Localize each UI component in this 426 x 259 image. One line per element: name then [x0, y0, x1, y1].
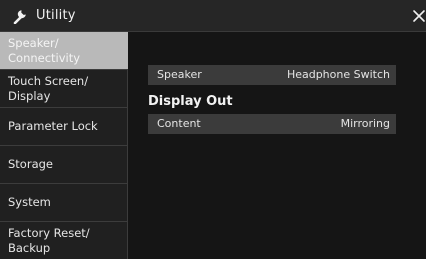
- sidebar-item-label: System: [8, 195, 51, 209]
- utility-screen: Utility Speaker/ Connectivity Touch Scre…: [0, 0, 426, 259]
- sidebar-item-parameter-lock[interactable]: Parameter Lock: [0, 108, 128, 146]
- content-value: Mirroring: [340, 117, 390, 130]
- sidebar-item-label: Touch Screen/ Display: [8, 73, 89, 103]
- sidebar-item-storage[interactable]: Storage: [0, 146, 128, 184]
- speaker-value: Headphone Switch: [286, 68, 390, 81]
- sidebar-item-label: Storage: [8, 157, 53, 171]
- sidebar-item-system[interactable]: System: [0, 184, 128, 222]
- sidebar-item-touch-screen-display[interactable]: Touch Screen/ Display: [0, 70, 128, 108]
- sidebar-item-speaker-connectivity[interactable]: Speaker/ Connectivity: [0, 32, 128, 70]
- sidebar-item-label: Factory Reset/ Backup: [8, 225, 90, 255]
- main-panel: Speaker Headphone Switch Display Out Con…: [128, 32, 426, 259]
- speaker-row[interactable]: Speaker Headphone Switch: [148, 65, 396, 85]
- content-label: Content: [157, 117, 201, 130]
- window-title: Utility: [36, 8, 76, 23]
- wrench-icon: [12, 8, 28, 25]
- sidebar-item-label: Parameter Lock: [8, 119, 98, 133]
- speaker-label: Speaker: [157, 68, 202, 81]
- content-row[interactable]: Content Mirroring: [148, 114, 396, 134]
- sidebar-item-factory-reset-backup[interactable]: Factory Reset/ Backup: [0, 222, 128, 259]
- sidebar: Speaker/ Connectivity Touch Screen/ Disp…: [0, 32, 128, 259]
- display-out-heading: Display Out: [148, 94, 233, 109]
- title-bar: Utility: [0, 0, 426, 32]
- sidebar-item-label: Speaker/ Connectivity: [8, 35, 81, 65]
- close-icon[interactable]: [412, 8, 426, 24]
